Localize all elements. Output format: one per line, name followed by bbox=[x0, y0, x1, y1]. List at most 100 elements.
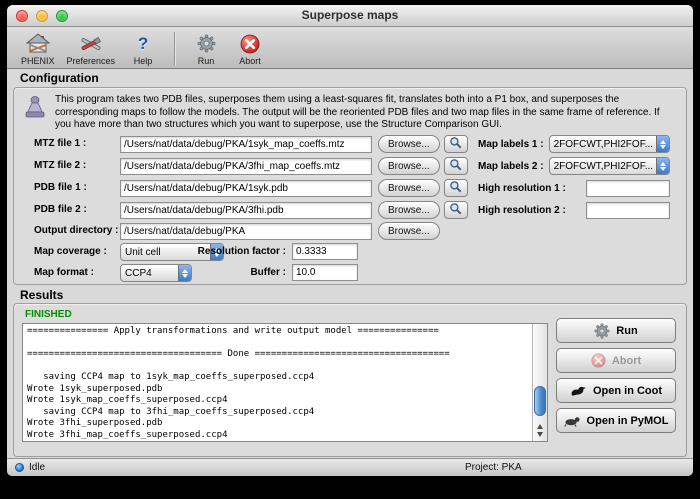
form-row-map-coverage: Map coverage : Unit cell Resolution fact… bbox=[34, 242, 670, 262]
close-button[interactable] bbox=[16, 10, 28, 22]
run-button[interactable]: Run bbox=[556, 318, 676, 343]
map-labels-2-label: Map labels 2 : bbox=[478, 161, 544, 172]
scroll-down-arrow-icon[interactable] bbox=[537, 432, 543, 437]
toolbar-item-preferences[interactable]: Preferences bbox=[61, 28, 122, 68]
scroll-up-arrow-icon[interactable] bbox=[537, 424, 543, 429]
open-in-coot-button[interactable]: Open in Coot bbox=[556, 378, 676, 403]
status-finished-label: FINISHED bbox=[25, 309, 72, 320]
map-format-label: Map format : bbox=[34, 267, 94, 278]
coot-bird-icon bbox=[570, 384, 587, 397]
zoom-button[interactable] bbox=[56, 10, 68, 22]
mtz-file-2-browse-button[interactable]: Browse... bbox=[378, 157, 440, 175]
dropdown-arrows-icon bbox=[656, 136, 669, 152]
mtz-file-2-label: MTZ file 2 : bbox=[34, 160, 86, 171]
mtz-file-2-inspect-button[interactable] bbox=[444, 157, 468, 175]
high-resolution-2-input[interactable] bbox=[586, 202, 670, 219]
pdb-file-1-inspect-button[interactable] bbox=[444, 179, 468, 197]
window-controls bbox=[16, 10, 68, 22]
gear-icon bbox=[594, 323, 610, 339]
description-text: This program takes two PDB files, superp… bbox=[55, 94, 676, 132]
toolbar-label: Abort bbox=[239, 56, 261, 66]
toolbar-item-phenix[interactable]: PHENIX bbox=[15, 28, 61, 68]
toolbar-label: Preferences bbox=[67, 56, 116, 66]
status-indicator-icon bbox=[15, 463, 24, 472]
mtz-file-1-label: MTZ file 1 : bbox=[34, 138, 86, 149]
mtz-file-1-browse-button[interactable]: Browse... bbox=[378, 135, 440, 153]
results-heading: Results bbox=[20, 288, 63, 302]
window-title: Superpose maps bbox=[7, 5, 693, 26]
dropdown-value: CCP4 bbox=[121, 268, 178, 279]
high-resolution-2-label: High resolution 2 : bbox=[478, 205, 566, 216]
toolbar-item-run[interactable]: Run bbox=[184, 28, 228, 68]
mtz-file-1-inspect-button[interactable] bbox=[444, 135, 468, 153]
toolbar-item-abort[interactable]: Abort bbox=[228, 28, 272, 68]
form-row-mtz-2: MTZ file 2 : Browse... Map labels 2 : 2F… bbox=[34, 156, 670, 176]
log-console[interactable]: =============== Apply transformations an… bbox=[22, 323, 548, 442]
map-labels-1-dropdown[interactable]: 2FOFCWT,PHI2FOF... bbox=[549, 135, 670, 153]
crossed-tools-icon bbox=[79, 32, 103, 55]
program-stamp-icon bbox=[23, 94, 55, 132]
abort-button[interactable]: Abort bbox=[556, 348, 676, 373]
map-coverage-label: Map coverage : bbox=[34, 246, 107, 257]
output-directory-input[interactable] bbox=[120, 223, 372, 240]
pdb-file-2-browse-button[interactable]: Browse... bbox=[378, 201, 440, 219]
configuration-panel: This program takes two PDB files, superp… bbox=[13, 87, 687, 285]
pdb-file-1-label: PDB file 1 : bbox=[34, 182, 87, 193]
results-panel: FINISHED =============== Apply transform… bbox=[13, 303, 687, 457]
program-description: This program takes two PDB files, superp… bbox=[23, 94, 676, 132]
status-bar: Idle Project: PKA bbox=[7, 458, 693, 476]
app-window: Superpose maps PHENIX bbox=[7, 5, 693, 476]
toolbar-label: Help bbox=[134, 56, 153, 66]
form-row-output-directory: Output directory : Browse... bbox=[34, 221, 670, 241]
pdb-file-2-input[interactable] bbox=[120, 202, 372, 219]
dropdown-value: 2FOFCWT,PHI2FOF... bbox=[550, 161, 656, 172]
open-in-pymol-label: Open in PyMOL bbox=[587, 415, 669, 427]
high-resolution-1-input[interactable] bbox=[586, 180, 670, 197]
abort-x-icon bbox=[240, 32, 260, 55]
buffer-input[interactable] bbox=[292, 264, 358, 281]
abort-button-label: Abort bbox=[612, 355, 641, 367]
form-row-mtz-1: MTZ file 1 : Browse... Map labels 1 : 2F… bbox=[34, 134, 670, 154]
high-resolution-1-label: High resolution 1 : bbox=[478, 183, 566, 194]
scrollbar-thumb[interactable] bbox=[534, 386, 546, 416]
project-label: Project: PKA bbox=[465, 462, 522, 473]
screen: { "window": { "title": "Superpose maps" … bbox=[0, 0, 700, 499]
configuration-heading: Configuration bbox=[20, 71, 99, 85]
toolbar-item-help[interactable]: ? Help bbox=[121, 28, 165, 68]
resolution-factor-input[interactable] bbox=[292, 243, 358, 260]
question-mark-icon: ? bbox=[138, 32, 148, 55]
mtz-file-2-input[interactable] bbox=[120, 158, 372, 175]
log-text: =============== Apply transformations an… bbox=[23, 324, 532, 441]
magnifier-icon bbox=[449, 136, 462, 152]
form-row-pdb-2: PDB file 2 : Browse... High resolution 2… bbox=[34, 200, 670, 220]
map-labels-1-label: Map labels 1 : bbox=[478, 139, 544, 150]
mtz-file-1-input[interactable] bbox=[120, 136, 372, 153]
toolbar-separator bbox=[174, 32, 175, 65]
phenix-home-icon bbox=[26, 32, 50, 55]
form-row-pdb-1: PDB file 1 : Browse... High resolution 1… bbox=[34, 178, 670, 198]
console-scrollbar[interactable] bbox=[532, 324, 547, 441]
open-in-pymol-button[interactable]: Open in PyMOL bbox=[556, 408, 676, 433]
status-text: Idle bbox=[29, 462, 45, 473]
resolution-factor-label: Resolution factor : bbox=[174, 246, 286, 257]
magnifier-icon bbox=[449, 180, 462, 196]
map-labels-2-dropdown[interactable]: 2FOFCWT,PHI2FOF... bbox=[549, 157, 670, 175]
toolbar-label: PHENIX bbox=[21, 56, 55, 66]
open-in-coot-label: Open in Coot bbox=[593, 385, 662, 397]
buffer-label: Buffer : bbox=[174, 267, 286, 278]
minimize-button[interactable] bbox=[36, 10, 48, 22]
action-buttons: Run Abort Open in Coot bbox=[556, 318, 676, 433]
abort-x-icon bbox=[591, 353, 606, 368]
pdb-file-2-inspect-button[interactable] bbox=[444, 201, 468, 219]
output-directory-label: Output directory : bbox=[34, 225, 118, 236]
dropdown-arrows-icon bbox=[656, 158, 669, 174]
pdb-file-1-browse-button[interactable]: Browse... bbox=[378, 179, 440, 197]
toolbar-label: Run bbox=[198, 56, 215, 66]
pdb-file-1-input[interactable] bbox=[120, 180, 372, 197]
title-bar[interactable]: Superpose maps bbox=[7, 5, 693, 27]
pymol-icon bbox=[564, 415, 581, 427]
toolbar: PHENIX Preferences ? Help bbox=[7, 27, 693, 69]
dropdown-value: 2FOFCWT,PHI2FOF... bbox=[550, 139, 656, 150]
magnifier-icon bbox=[449, 202, 462, 218]
output-directory-browse-button[interactable]: Browse... bbox=[378, 222, 440, 240]
